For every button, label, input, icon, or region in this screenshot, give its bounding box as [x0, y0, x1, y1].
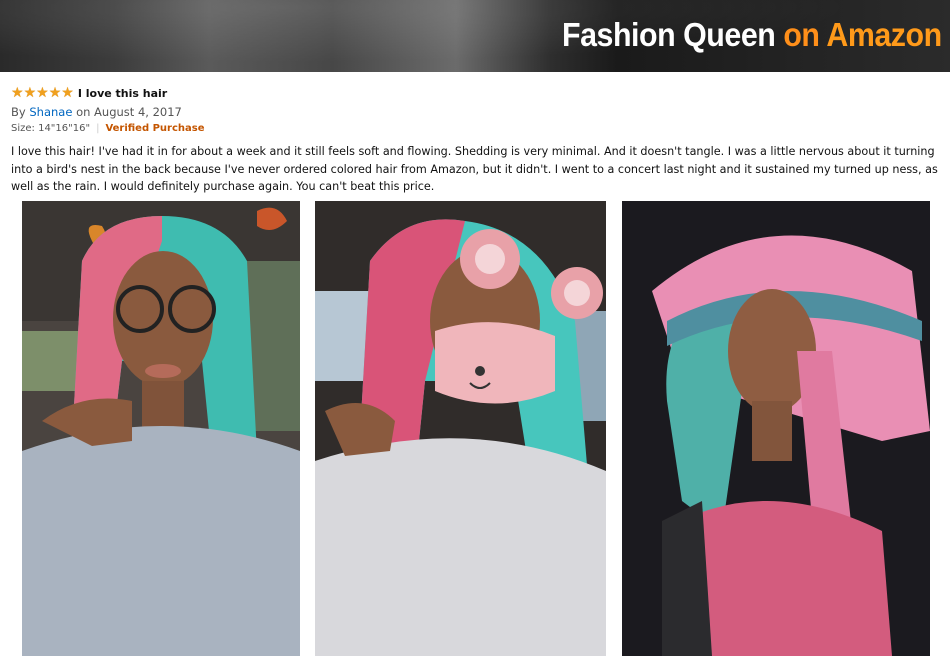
banner-title: Fashion Queen on Amazon [562, 16, 942, 54]
star-icon: ★ [23, 85, 37, 101]
byline-prefix: By [11, 105, 26, 119]
banner-title-on: on [783, 16, 821, 53]
review-byline: By Shanae on August 4, 2017 [11, 104, 939, 121]
star-icon: ★ [11, 85, 24, 101]
photo-1-image [22, 201, 300, 656]
review-date: on August 4, 2017 [76, 105, 182, 119]
review-headline-link[interactable]: I love this hair [78, 87, 167, 100]
review-body: I love this hair! I've had it in for abo… [11, 145, 938, 193]
photo-2-image [315, 201, 606, 656]
star-icon: ★ [48, 85, 62, 101]
customer-photo-2[interactable] [315, 201, 606, 656]
star-rating[interactable]: ★ ★ ★ ★ ★ [11, 86, 74, 100]
review-meta: Size: 14"16"16" | Verified Purchase [11, 121, 939, 137]
customer-photo-3[interactable] [622, 201, 930, 656]
size-variant-link[interactable]: Size: 14"16"16" [11, 123, 90, 134]
customer-review: ★ ★ ★ ★ ★ I love this hair By Shanae on … [11, 85, 939, 196]
banner-title-store: Amazon [826, 16, 943, 53]
star-icon: ★ [36, 85, 49, 101]
meta-separator: | [96, 123, 100, 134]
review-rating-row: ★ ★ ★ ★ ★ I love this hair [11, 85, 939, 101]
banner-title-brand: Fashion Queen [562, 16, 776, 53]
author-link[interactable]: Shanae [29, 105, 72, 119]
verified-purchase-badge: Verified Purchase [105, 123, 205, 134]
customer-photo-1[interactable] [22, 201, 300, 656]
photo-3-image [622, 201, 930, 656]
star-icon: ★ [61, 85, 74, 101]
header-banner: Fashion Queen on Amazon [0, 0, 950, 72]
